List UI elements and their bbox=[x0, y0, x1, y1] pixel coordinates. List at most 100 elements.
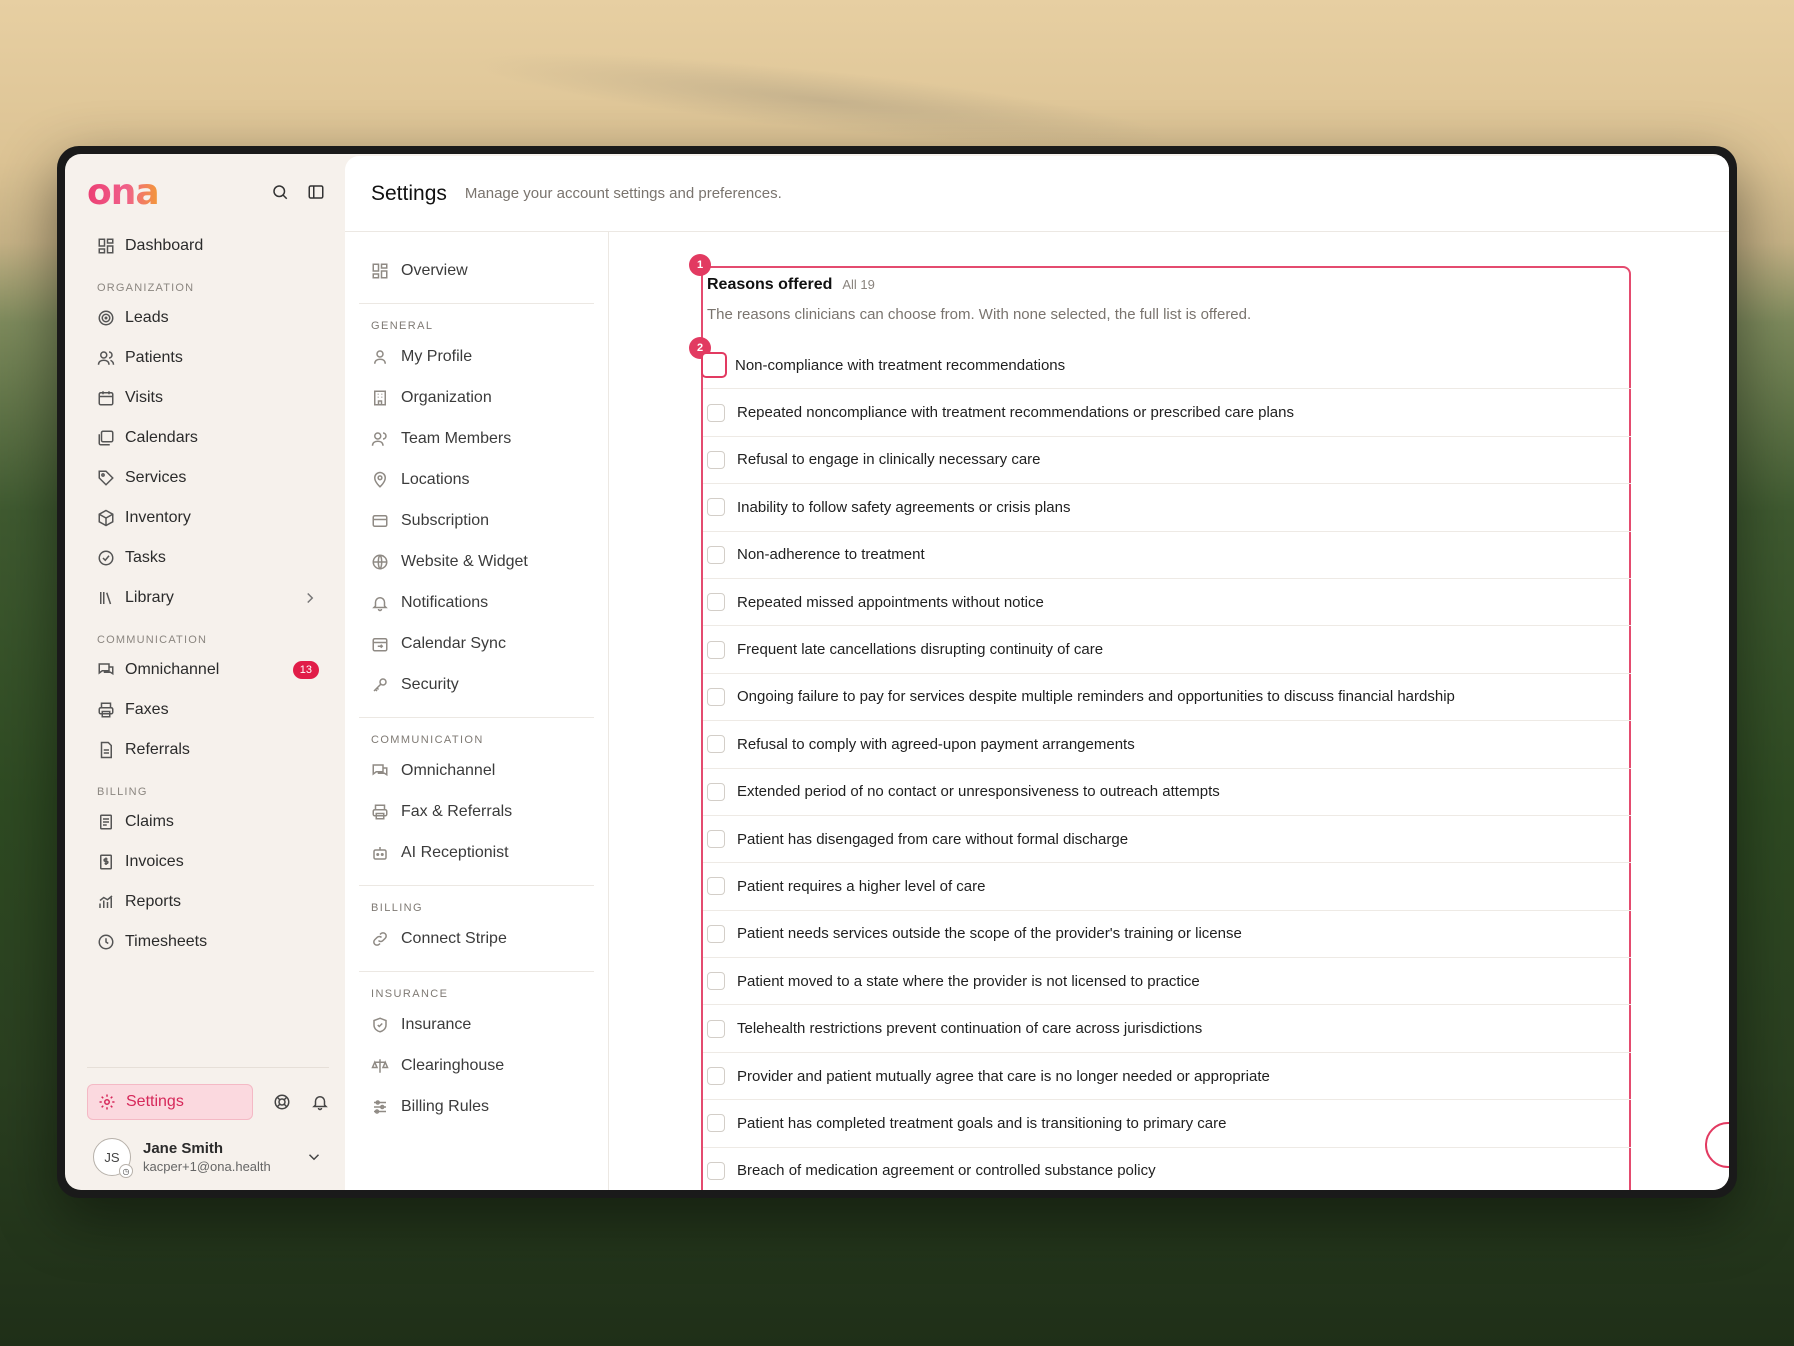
nav-item-reports[interactable]: Reports bbox=[87, 882, 329, 922]
nav-item-timesheets[interactable]: Timesheets bbox=[87, 922, 329, 962]
subnav-item-team-members[interactable]: Team Members bbox=[359, 418, 594, 459]
reason-row[interactable]: Non-adherence to treatment bbox=[703, 532, 1631, 579]
nav-item-inventory[interactable]: Inventory bbox=[87, 498, 329, 538]
dashboard-icon bbox=[97, 237, 115, 255]
ona-logo[interactable]: ona bbox=[87, 172, 160, 213]
user-menu[interactable]: JS ◷ Jane Smith kacper+1@ona.health bbox=[87, 1138, 329, 1178]
reason-checkbox[interactable] bbox=[707, 782, 725, 801]
subnav-item-locations[interactable]: Locations bbox=[359, 459, 594, 500]
unread-badge: 13 bbox=[292, 661, 319, 679]
reason-row[interactable]: Patient needs services outside the scope… bbox=[703, 911, 1631, 959]
reason-label: Non-compliance with treatment recommenda… bbox=[735, 356, 1066, 374]
reason-checkbox[interactable] bbox=[707, 972, 725, 991]
subnav-item-fax-referrals[interactable]: Fax & Referrals bbox=[359, 791, 594, 832]
avatar: JS ◷ bbox=[93, 1138, 133, 1178]
chat-icon bbox=[371, 762, 389, 780]
map-pin-icon bbox=[371, 471, 389, 489]
subnav-item-billing-rules[interactable]: Billing Rules bbox=[359, 1086, 594, 1127]
reason-row[interactable]: Patient moved to a state where the provi… bbox=[703, 958, 1631, 1006]
clock-icon bbox=[97, 933, 115, 951]
subnav-item-organization[interactable]: Organization bbox=[359, 377, 594, 418]
nav-item-referrals[interactable]: Referrals bbox=[87, 730, 329, 770]
nav-item-visits[interactable]: Visits bbox=[87, 378, 329, 418]
settings-content: 1 2 Reasons offered All 19 The reasons c… bbox=[609, 232, 1729, 1190]
sidebar-toggle-icon[interactable] bbox=[307, 183, 325, 201]
reason-row[interactable]: Repeated missed appointments without not… bbox=[703, 579, 1631, 627]
subnav-item-my-profile[interactable]: My Profile bbox=[359, 336, 594, 377]
subnav-item-subscription[interactable]: Subscription bbox=[359, 500, 594, 541]
reason-row[interactable]: Patient has completed treatment goals an… bbox=[703, 1100, 1631, 1148]
file-icon bbox=[97, 741, 115, 759]
reason-row[interactable]: Frequent late cancellations disrupting c… bbox=[703, 626, 1631, 674]
chevron-right-icon[interactable] bbox=[301, 589, 319, 607]
reason-checkbox[interactable] bbox=[707, 1161, 725, 1180]
nav-item-dashboard[interactable]: Dashboard bbox=[87, 226, 329, 266]
reasons-list: Non-compliance with treatment recommenda… bbox=[701, 342, 1631, 1190]
nav-item-library[interactable]: Library bbox=[87, 578, 329, 618]
reason-checkbox[interactable] bbox=[707, 735, 725, 754]
reason-checkbox[interactable] bbox=[707, 640, 725, 659]
reason-row[interactable]: Patient requires a higher level of care bbox=[703, 863, 1631, 911]
chat-icon bbox=[97, 661, 115, 679]
help-lifebuoy-icon[interactable] bbox=[273, 1093, 291, 1111]
subnav-label: My Profile bbox=[401, 347, 473, 365]
reason-checkbox[interactable] bbox=[707, 545, 725, 564]
nav-item-calendars[interactable]: Calendars bbox=[87, 418, 329, 458]
subnav-item-calendar-sync[interactable]: Calendar Sync bbox=[359, 623, 594, 664]
scale-icon bbox=[371, 1057, 389, 1075]
nav-item-claims[interactable]: Claims bbox=[87, 802, 329, 842]
chevron-down-icon[interactable] bbox=[305, 1148, 323, 1166]
bell-icon[interactable] bbox=[311, 1093, 329, 1111]
reason-row[interactable]: Repeated noncompliance with treatment re… bbox=[703, 389, 1631, 437]
subnav-item-omnichannel[interactable]: Omnichannel bbox=[359, 750, 594, 791]
nav-item-tasks[interactable]: Tasks bbox=[87, 538, 329, 578]
reason-checkbox[interactable] bbox=[707, 1019, 725, 1038]
floating-chat-button[interactable] bbox=[1705, 1122, 1729, 1168]
nav-item-services[interactable]: Services bbox=[87, 458, 329, 498]
reason-checkbox[interactable] bbox=[707, 1067, 725, 1086]
subnav-label: Notifications bbox=[401, 593, 489, 611]
reason-row[interactable]: Inability to follow safety agreements or… bbox=[703, 484, 1631, 532]
subnav-item-insurance[interactable]: Insurance bbox=[359, 1004, 594, 1045]
reason-checkbox[interactable] bbox=[707, 498, 725, 517]
subnav-item-ai-receptionist[interactable]: AI Receptionist bbox=[359, 832, 594, 873]
page-subtitle: Manage your account settings and prefere… bbox=[464, 185, 782, 202]
subnav-item-security[interactable]: Security bbox=[359, 664, 594, 705]
reason-checkbox[interactable] bbox=[707, 1114, 725, 1133]
reason-checkbox[interactable] bbox=[701, 352, 727, 379]
credit-card-icon bbox=[371, 512, 389, 530]
reason-row[interactable]: Breach of medication agreement or contro… bbox=[703, 1148, 1631, 1190]
reason-checkbox[interactable] bbox=[707, 593, 725, 612]
reason-row[interactable]: Refusal to comply with agreed-upon payme… bbox=[703, 721, 1631, 769]
subnav-item-clearinghouse[interactable]: Clearinghouse bbox=[359, 1045, 594, 1086]
reason-checkbox[interactable] bbox=[707, 687, 725, 706]
reason-row[interactable]: Patient has disengaged from care without… bbox=[703, 816, 1631, 864]
library-icon bbox=[97, 589, 115, 607]
reason-checkbox[interactable] bbox=[707, 877, 725, 896]
settings-button[interactable]: Settings bbox=[87, 1084, 253, 1120]
reason-checkbox[interactable] bbox=[707, 450, 725, 469]
reason-checkbox[interactable] bbox=[707, 830, 725, 849]
subnav-item-overview[interactable]: Overview bbox=[359, 250, 594, 291]
reason-row[interactable]: Non-compliance with treatment recommenda… bbox=[701, 342, 1631, 390]
nav-item-invoices[interactable]: Invoices bbox=[87, 842, 329, 882]
reason-checkbox[interactable] bbox=[707, 924, 725, 943]
subnav-item-connect-stripe[interactable]: Connect Stripe bbox=[359, 918, 594, 959]
reason-label: Extended period of no contact or unrespo… bbox=[737, 783, 1220, 801]
nav-item-omnichannel[interactable]: Omnichannel 13 bbox=[87, 650, 329, 690]
search-icon[interactable] bbox=[271, 183, 289, 201]
nav-section-communication: COMMUNICATION bbox=[97, 634, 208, 646]
reason-row[interactable]: Refusal to engage in clinically necessar… bbox=[703, 437, 1631, 485]
subnav-label: AI Receptionist bbox=[401, 843, 509, 861]
nav-item-patients[interactable]: Patients bbox=[87, 338, 329, 378]
reason-row[interactable]: Provider and patient mutually agree that… bbox=[703, 1053, 1631, 1101]
subnav-item-website-widget[interactable]: Website & Widget bbox=[359, 541, 594, 582]
subnav-item-notifications[interactable]: Notifications bbox=[359, 582, 594, 623]
reason-row[interactable]: Telehealth restrictions prevent continua… bbox=[703, 1005, 1631, 1053]
reason-row[interactable]: Ongoing failure to pay for services desp… bbox=[703, 674, 1631, 722]
nav-item-leads[interactable]: Leads bbox=[87, 298, 329, 338]
reason-row[interactable]: Extended period of no contact or unrespo… bbox=[703, 769, 1631, 816]
reason-label: Patient has completed treatment goals an… bbox=[737, 1114, 1227, 1132]
nav-item-faxes[interactable]: Faxes bbox=[87, 690, 329, 730]
reason-checkbox[interactable] bbox=[707, 403, 725, 422]
